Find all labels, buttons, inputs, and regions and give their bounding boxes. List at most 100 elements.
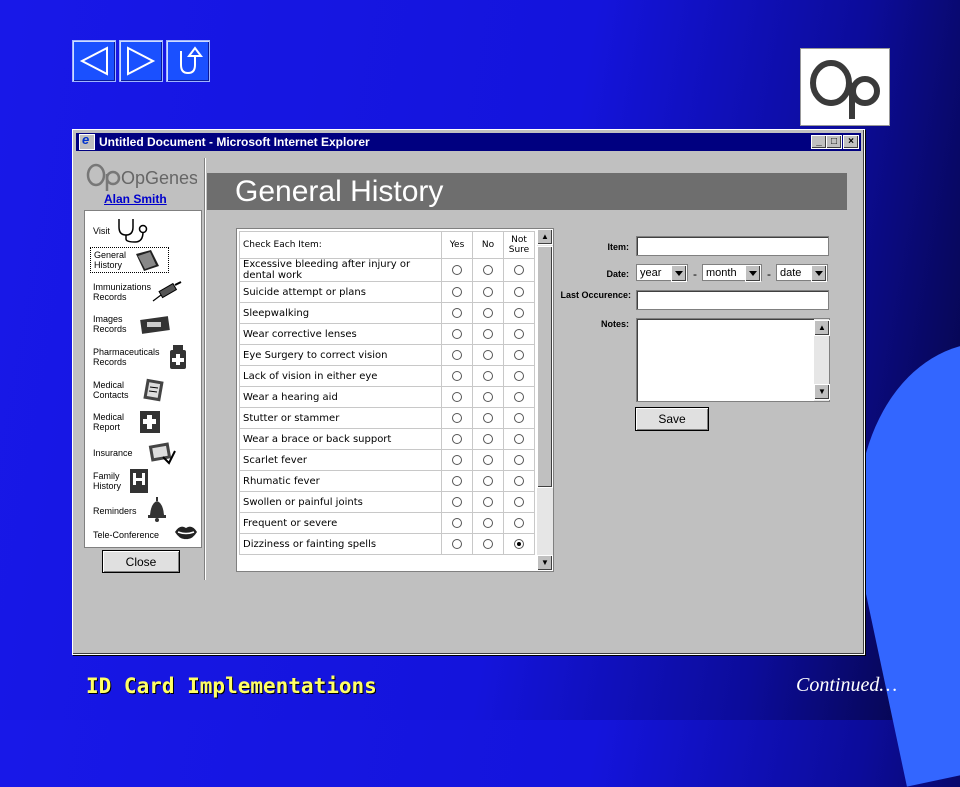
previous-slide-button[interactable] xyxy=(72,40,116,82)
sidebar-item-insurance[interactable]: Insurance xyxy=(93,442,176,465)
cell-not-sure xyxy=(503,449,535,471)
radio-yes[interactable] xyxy=(452,264,462,275)
radio-no[interactable] xyxy=(483,412,493,423)
checklist-row: Sleepwalking xyxy=(239,302,535,324)
radio-no[interactable] xyxy=(483,307,493,318)
slide-footer-title: ID Card Implementations xyxy=(86,674,377,698)
checklist-item-label: Scarlet fever xyxy=(239,449,442,471)
radio-not-sure[interactable] xyxy=(514,517,524,528)
radio-not-sure[interactable] xyxy=(514,391,524,402)
radio-yes[interactable] xyxy=(452,517,462,528)
checklist-scrollbar[interactable]: ▲ ▼ xyxy=(537,229,553,571)
user-name-link[interactable]: Alan Smith xyxy=(104,192,167,206)
radio-no[interactable] xyxy=(483,454,493,465)
radio-no[interactable] xyxy=(483,349,493,360)
radio-no[interactable] xyxy=(483,433,493,444)
radio-yes[interactable] xyxy=(452,433,462,444)
radio-not-sure[interactable] xyxy=(514,496,524,507)
year-select[interactable]: year xyxy=(636,264,688,282)
date-separator: - xyxy=(767,267,771,281)
radio-not-sure[interactable] xyxy=(514,433,524,444)
return-slide-button[interactable] xyxy=(166,40,210,82)
radio-no[interactable] xyxy=(483,264,493,275)
radio-no[interactable] xyxy=(483,538,493,549)
radio-not-sure[interactable] xyxy=(514,307,524,318)
sidebar-item-label: General History xyxy=(94,250,127,270)
year-select-value: year xyxy=(640,267,662,279)
close-window-button[interactable]: × xyxy=(843,135,859,149)
scroll-up-button[interactable]: ▲ xyxy=(814,320,830,336)
contacts-icon xyxy=(143,378,164,402)
sidebar-item-visit[interactable]: Visit xyxy=(93,219,148,243)
radio-no[interactable] xyxy=(483,475,493,486)
brand-text: OpGenesis xyxy=(121,168,197,188)
sidebar-item-medical-contacts[interactable]: Medical Contacts xyxy=(93,378,164,402)
radio-yes[interactable] xyxy=(452,496,462,507)
sidebar-item-images[interactable]: Images Records xyxy=(93,313,170,335)
maximize-button[interactable]: □ xyxy=(826,135,842,149)
radio-yes[interactable] xyxy=(452,286,462,297)
radio-no[interactable] xyxy=(483,517,493,528)
header-not-sure: Not Sure xyxy=(503,231,535,259)
next-slide-button[interactable] xyxy=(119,40,163,82)
cell-yes xyxy=(441,491,473,513)
sidebar-item-tele-conference[interactable]: Tele-Conference xyxy=(93,525,197,545)
sidebar-item-medical-report[interactable]: Medical Report xyxy=(93,411,160,433)
radio-not-sure[interactable] xyxy=(514,454,524,465)
xray-icon xyxy=(140,316,170,334)
sidebar-item-label: Pharmaceuticals Records xyxy=(93,347,160,367)
sidebar-item-label: Medical Contacts xyxy=(93,380,129,400)
radio-not-sure[interactable] xyxy=(514,538,524,549)
radio-not-sure[interactable] xyxy=(514,475,524,486)
radio-no[interactable] xyxy=(483,391,493,402)
checklist-item-label: Wear a hearing aid xyxy=(239,386,442,408)
sidebar-item-general-history[interactable]: General History xyxy=(90,247,169,273)
day-select-value: date xyxy=(780,267,802,279)
day-select[interactable]: date xyxy=(776,264,828,282)
radio-not-sure[interactable] xyxy=(514,370,524,381)
cell-not-sure xyxy=(503,365,535,387)
radio-no[interactable] xyxy=(483,370,493,381)
minimize-button[interactable]: _ xyxy=(811,135,827,149)
notes-scrollbar[interactable]: ▲ ▼ xyxy=(814,319,830,401)
radio-no[interactable] xyxy=(483,328,493,339)
radio-not-sure[interactable] xyxy=(514,264,524,275)
month-select-value: month xyxy=(706,267,737,279)
sidebar-item-label: Reminders xyxy=(93,506,137,516)
item-input[interactable] xyxy=(636,236,829,256)
header-yes: Yes xyxy=(441,231,473,259)
radio-yes[interactable] xyxy=(452,370,462,381)
radio-yes[interactable] xyxy=(452,454,462,465)
save-button[interactable]: Save xyxy=(635,407,709,431)
radio-no[interactable] xyxy=(483,286,493,297)
sidebar-item-immunizations[interactable]: Immunizations Records xyxy=(93,281,182,303)
internet-explorer-icon xyxy=(79,132,95,150)
last-occurrence-input[interactable] xyxy=(636,290,829,310)
radio-yes[interactable] xyxy=(452,391,462,402)
radio-no[interactable] xyxy=(483,496,493,507)
window-titlebar: Untitled Document - Microsoft Internet E… xyxy=(76,132,861,151)
close-button[interactable]: Close xyxy=(102,550,180,573)
radio-not-sure[interactable] xyxy=(514,349,524,360)
radio-yes[interactable] xyxy=(452,412,462,423)
radio-yes[interactable] xyxy=(452,349,462,360)
radio-yes[interactable] xyxy=(452,475,462,486)
radio-not-sure[interactable] xyxy=(514,286,524,297)
scroll-down-button[interactable]: ▼ xyxy=(537,555,553,571)
slide-continued-text: Continued… xyxy=(796,674,898,696)
cell-no xyxy=(472,302,504,324)
notes-textarea[interactable]: ▲ ▼ xyxy=(636,318,830,402)
radio-yes[interactable] xyxy=(452,307,462,318)
radio-not-sure[interactable] xyxy=(514,328,524,339)
sidebar-item-reminders[interactable]: Reminders xyxy=(93,497,166,522)
month-select[interactable]: month xyxy=(702,264,762,282)
scroll-down-button[interactable]: ▼ xyxy=(814,384,830,400)
radio-yes[interactable] xyxy=(452,538,462,549)
stethoscope-icon xyxy=(118,219,148,243)
sidebar-item-label: Medical Report xyxy=(93,412,125,432)
radio-yes[interactable] xyxy=(452,328,462,339)
sidebar-item-family-history[interactable]: Family History xyxy=(93,469,148,493)
scroll-thumb[interactable] xyxy=(537,246,553,488)
radio-not-sure[interactable] xyxy=(514,412,524,423)
sidebar-item-pharmaceuticals[interactable]: Pharmaceuticals Records xyxy=(93,345,186,369)
